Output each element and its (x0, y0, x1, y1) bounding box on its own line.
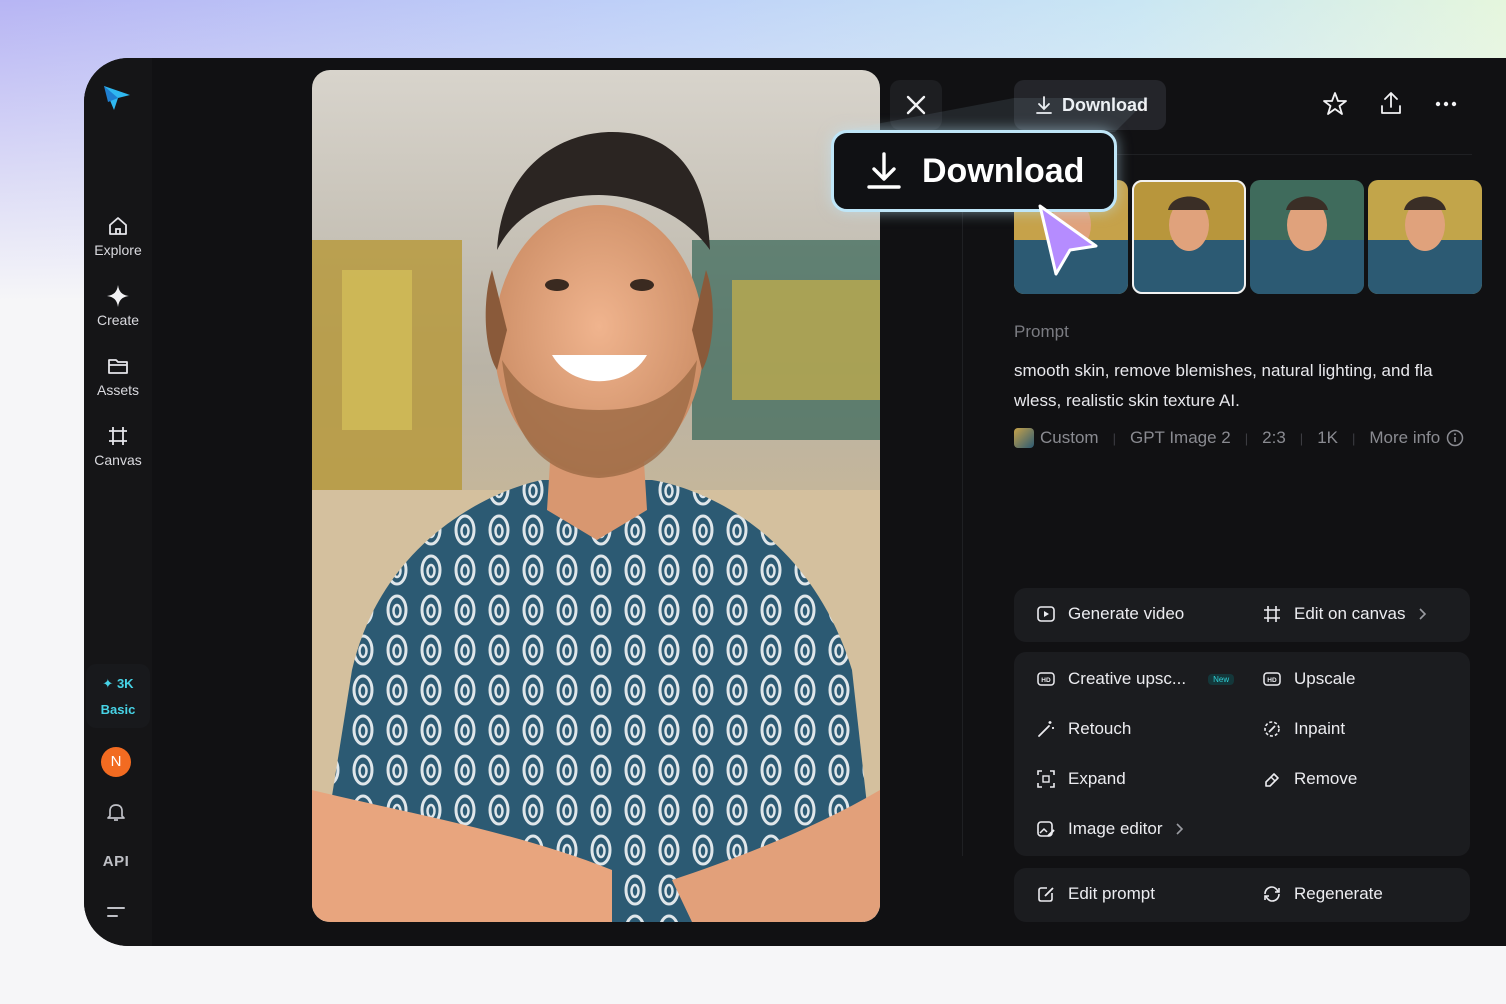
edit-on-canvas-button[interactable]: Edit on canvas (1262, 604, 1428, 624)
bottom-actions-card: Edit prompt Regenerate (1014, 868, 1470, 922)
cursor-pointer-icon (1038, 204, 1098, 276)
meta-separator: | (1299, 430, 1304, 446)
creative-upscale-button[interactable]: HD Creative upsc... New (1036, 669, 1235, 689)
svg-text:HD: HD (1267, 677, 1277, 684)
bell-icon[interactable] (104, 800, 128, 824)
logo-icon[interactable] (100, 80, 134, 114)
download-icon (867, 152, 901, 189)
menu-icon[interactable] (106, 904, 126, 920)
prompt-text: smooth skin, remove blemishes, natural l… (1014, 361, 1433, 410)
generate-video-button[interactable]: Generate video (1036, 604, 1184, 624)
sidebar: Explore Create Assets Canvas ✦ 3K Basic … (84, 58, 152, 946)
folder-icon (108, 359, 128, 374)
thumbnail-4[interactable] (1368, 180, 1482, 294)
meta-ratio: 2:3 (1262, 428, 1286, 447)
star-icon[interactable] (1322, 90, 1348, 118)
hd-icon: HD (1037, 672, 1055, 686)
api-link[interactable]: API (84, 853, 148, 870)
meta-separator: | (1351, 430, 1356, 446)
generation-meta: Custom | GPT Image 2 | 2:3 | 1K | More i… (1014, 428, 1464, 448)
chevron-right-icon (1418, 608, 1426, 620)
remove-button[interactable]: Remove (1262, 769, 1357, 789)
more-info-link[interactable]: More info (1369, 428, 1440, 448)
meta-style[interactable]: Custom (1040, 428, 1099, 448)
style-thumbnail-icon (1014, 428, 1034, 448)
image-edit-icon (1037, 821, 1055, 837)
more-icon[interactable] (1433, 90, 1459, 118)
hd-icon: HD (1263, 672, 1281, 686)
sidebar-item-label: Explore (94, 242, 142, 258)
thumbnail-3[interactable] (1250, 180, 1364, 294)
download-callout[interactable]: Download (831, 130, 1117, 212)
action-label: Image editor (1068, 819, 1163, 838)
thumbnail-2[interactable] (1132, 180, 1246, 294)
action-label: Remove (1294, 769, 1358, 788)
sidebar-item-label: Create (96, 312, 140, 328)
avatar[interactable]: N (101, 747, 131, 777)
action-label: Generate video (1068, 604, 1185, 623)
share-icon[interactable] (1378, 90, 1404, 118)
portrait-image (312, 70, 880, 922)
plan-label: Basic (100, 702, 136, 717)
chevron-right-icon (1175, 823, 1183, 835)
info-icon[interactable] (1446, 429, 1464, 447)
tools-card: HD Creative upsc... New HD Upscale Retou… (1014, 652, 1470, 856)
app-window: Explore Create Assets Canvas ✦ 3K Basic … (84, 58, 1506, 946)
credits-badge[interactable]: ✦ 3K Basic (86, 664, 150, 728)
expand-button[interactable]: Expand (1036, 769, 1126, 789)
prompt-label: Prompt (1014, 322, 1069, 341)
sidebar-item-canvas[interactable]: Canvas (84, 424, 152, 468)
home-icon (109, 217, 127, 235)
action-label: Expand (1068, 769, 1126, 788)
sidebar-item-create[interactable]: Create (84, 284, 152, 328)
panel-divider (962, 156, 963, 856)
upscale-button[interactable]: HD Upscale (1262, 669, 1355, 689)
edit-prompt-button[interactable]: Edit prompt (1036, 884, 1155, 904)
meta-model: GPT Image 2 (1129, 428, 1231, 447)
new-badge: New (1208, 673, 1235, 685)
meta-separator: | (1112, 430, 1116, 446)
sidebar-item-label: Canvas (94, 452, 142, 468)
retouch-button[interactable]: Retouch (1036, 719, 1131, 739)
svg-text:HD: HD (1041, 677, 1051, 684)
video-icon (1037, 606, 1055, 622)
image-editor-button[interactable]: Image editor (1036, 819, 1185, 839)
refresh-icon (1264, 886, 1280, 902)
sidebar-item-label: Assets (96, 382, 139, 398)
credits-amount: ✦ 3K (102, 676, 134, 691)
thumbnail-image (1132, 180, 1246, 294)
regenerate-button[interactable]: Regenerate (1262, 884, 1383, 904)
action-label: Edit on canvas (1294, 604, 1406, 623)
crop-icon (109, 427, 127, 445)
action-label: Retouch (1068, 719, 1132, 738)
thumbnail-image (1368, 180, 1482, 294)
crop-icon (1264, 606, 1280, 622)
sparkle-icon (107, 285, 129, 307)
meta-resolution: 1K (1317, 428, 1338, 447)
action-label: Edit prompt (1068, 884, 1155, 903)
edit-icon (1038, 887, 1054, 902)
thumbnail-image (1250, 180, 1364, 294)
download-callout-label: Download (922, 151, 1085, 190)
meta-separator: | (1244, 430, 1249, 446)
action-label: Regenerate (1294, 884, 1383, 903)
sidebar-item-explore[interactable]: Explore (84, 214, 152, 258)
primary-actions-card: Generate video Edit on canvas (1014, 588, 1470, 642)
sidebar-item-assets[interactable]: Assets (84, 354, 152, 398)
action-label: Inpaint (1294, 719, 1346, 738)
inpaint-icon (1264, 721, 1280, 737)
eraser-icon (1265, 773, 1279, 787)
action-label: Upscale (1294, 669, 1356, 688)
credits-value: 3K (116, 676, 134, 691)
action-label: Creative upsc... (1068, 669, 1187, 688)
inpaint-button[interactable]: Inpaint (1262, 719, 1345, 739)
wand-icon (1038, 721, 1054, 737)
generated-image[interactable] (312, 70, 880, 922)
expand-icon (1037, 770, 1055, 788)
